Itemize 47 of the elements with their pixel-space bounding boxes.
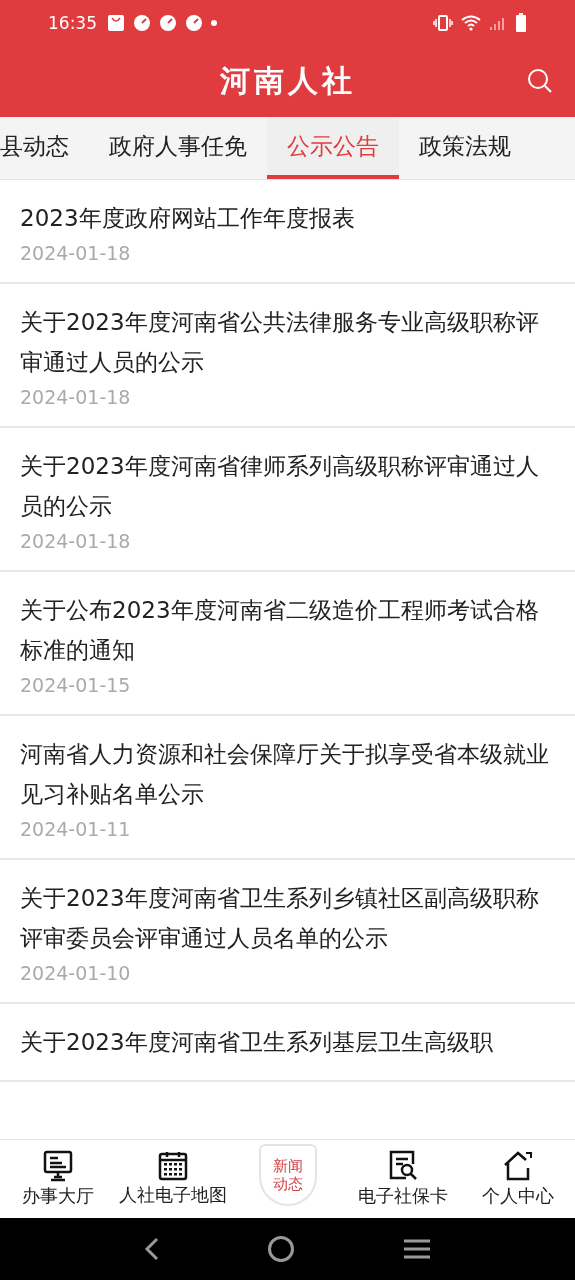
article-date: 2024-01-18: [20, 242, 132, 264]
article-title: 关于公布2023年度河南省二级造价工程师考试合格标准的通知: [20, 596, 540, 665]
category-tab[interactable]: 政策法规: [399, 117, 531, 179]
nav-item[interactable]: 电子社保卡: [357, 1150, 448, 1208]
article-title: 关于2023年度河南省律师系列高级职称评审通过人员的公示: [20, 452, 540, 521]
article-date: 2024-01-18: [20, 530, 132, 552]
gauge-icon: [159, 14, 177, 32]
article-date: 2024-01-10: [20, 962, 132, 984]
menu-icon[interactable]: [403, 1238, 432, 1260]
article-item[interactable]: 关于2023年度河南省卫生系列乡镇社区副高级职称评审委员会评审通过人员名单的公示 2024-01-10: [0, 860, 575, 1004]
battery-icon: [515, 13, 527, 33]
article-title: 河南省人力资源和社会保障厅关于拟享受省本级就业见习补贴名单公示: [20, 740, 550, 809]
signal-icon: [489, 15, 507, 31]
category-tab[interactable]: 政府人事任免: [89, 117, 267, 179]
gauge-icon: [185, 14, 203, 32]
nav-item[interactable]: 人社电子地图: [118, 1151, 227, 1207]
nav-item[interactable]: 个人中心: [481, 1150, 554, 1208]
document-search-icon: [387, 1150, 418, 1182]
dot-icon: [211, 20, 217, 26]
search-icon[interactable]: [527, 68, 553, 94]
category-tab[interactable]: 公示公告: [267, 117, 399, 179]
article-date: 2024-01-11: [20, 818, 132, 840]
article-title: 关于2023年度河南省卫生系列乡镇社区副高级职称评审委员会评审通过人员名单的公示: [20, 884, 540, 953]
article-item[interactable]: 关于公布2023年度河南省二级造价工程师考试合格标准的通知 2024-01-15: [0, 572, 575, 716]
gauge-icon: [133, 14, 151, 32]
status-time: 16:35: [48, 13, 97, 33]
news-shield-button[interactable]: 新闻动态: [258, 1144, 317, 1206]
category-tab[interactable]: 县动态: [0, 117, 89, 179]
article-title: 2023年度政府网站工作年度报表: [20, 204, 356, 233]
article-item[interactable]: 关于2023年度河南省卫生系列基层卫生高级职: [0, 1004, 575, 1082]
article-title: 关于2023年度河南省卫生系列基层卫生高级职: [20, 1028, 494, 1057]
vibrate-icon: [433, 15, 453, 31]
home-circle-icon[interactable]: [267, 1235, 296, 1263]
calendar-icon: [157, 1151, 188, 1181]
nav-item[interactable]: 办事大厅: [21, 1150, 94, 1208]
monitor-icon: [42, 1150, 73, 1182]
article-date: 2024-01-18: [20, 386, 132, 408]
app-title: 河南人社: [219, 62, 356, 100]
wifi-icon: [461, 15, 481, 31]
article-item[interactable]: 关于2023年度河南省律师系列高级职称评审通过人员的公示 2024-01-18: [0, 428, 575, 572]
article-date: 2024-01-15: [20, 674, 132, 696]
article-item[interactable]: 2023年度政府网站工作年度报表 2024-01-18: [0, 180, 575, 284]
back-icon[interactable]: [143, 1237, 160, 1261]
article-title: 关于2023年度河南省公共法律服务专业高级职称评审通过人员的公示: [20, 308, 540, 377]
bag-icon: [107, 14, 125, 32]
article-item[interactable]: 河南省人力资源和社会保障厅关于拟享受省本级就业见习补贴名单公示 2024-01-11: [0, 716, 575, 860]
article-item[interactable]: 关于2023年度河南省公共法律服务专业高级职称评审通过人员的公示 2024-01-18: [0, 284, 575, 428]
